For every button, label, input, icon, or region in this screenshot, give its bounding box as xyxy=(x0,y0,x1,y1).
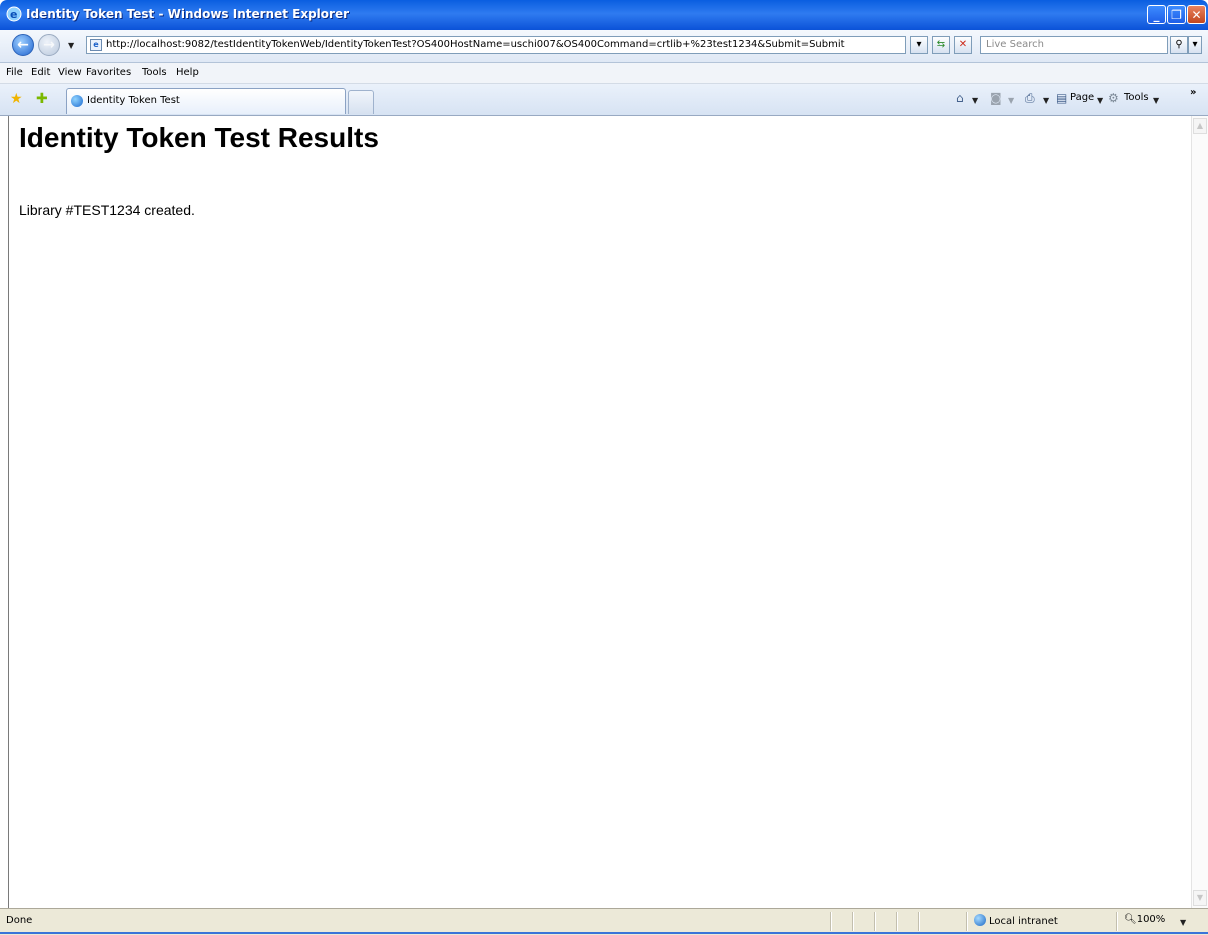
close-window-button[interactable]: ✕ xyxy=(1187,5,1206,24)
search-icon: ⚲ xyxy=(1175,39,1183,50)
chevron-more-icon[interactable]: » xyxy=(1190,87,1196,98)
gear-icon: ⚙ xyxy=(1108,91,1119,105)
page-content: Identity Token Test Results Library #TES… xyxy=(8,116,1192,908)
stop-icon: ✕ xyxy=(958,39,968,50)
address-dropdown-button[interactable]: ▾ xyxy=(910,36,928,54)
maximize-button[interactable]: ❐ xyxy=(1167,5,1186,24)
zone-label: Local intranet xyxy=(989,916,1058,927)
favorites-center-icon[interactable]: ★ xyxy=(10,91,23,107)
home-icon[interactable]: ⌂ xyxy=(956,91,964,105)
status-divider xyxy=(874,912,876,931)
page-menu-icon: ▤ xyxy=(1056,91,1068,105)
page-menu-button[interactable]: Page xyxy=(1070,92,1094,103)
zoom-level: 100% xyxy=(1136,914,1166,925)
page-heading: Identity Token Test Results xyxy=(19,122,379,153)
vertical-scrollbar[interactable]: ▲ ▼ xyxy=(1191,116,1208,908)
status-bar: Done Local intranet 🔍︎100% ▼ xyxy=(0,908,1208,935)
feeds-icon[interactable]: ◙ xyxy=(990,91,1002,105)
refresh-button[interactable]: ⇆ xyxy=(932,36,950,54)
svg-text:e: e xyxy=(10,8,17,21)
chevron-down-icon: ▾ xyxy=(1192,39,1198,50)
status-text: Done xyxy=(6,915,33,926)
home-dropdown[interactable]: ▼ xyxy=(972,96,978,105)
refresh-icon: ⇆ xyxy=(936,39,946,50)
search-placeholder: Live Search xyxy=(986,39,1044,50)
ie-logo-icon: e xyxy=(6,6,22,22)
menu-tools[interactable]: Tools xyxy=(142,67,167,78)
page-icon: e xyxy=(90,39,102,51)
tools-menu-button[interactable]: Tools xyxy=(1124,92,1149,103)
new-tab-button[interactable] xyxy=(348,90,374,114)
menu-bar: File Edit View Favorites Tools Help xyxy=(0,63,1208,84)
tools-menu-dropdown[interactable]: ▼ xyxy=(1153,96,1159,105)
forward-arrow-icon: → xyxy=(43,37,55,53)
navigation-bar: ← → ▼ e http://localhost:9082/testIdenti… xyxy=(0,30,1208,63)
menu-view[interactable]: View xyxy=(58,67,82,78)
minimize-button[interactable]: _ xyxy=(1147,5,1166,24)
scroll-down-arrow-icon[interactable]: ▼ xyxy=(1193,890,1207,906)
security-zone[interactable]: Local intranet xyxy=(974,914,1058,927)
zoom-dropdown[interactable]: ▼ xyxy=(1180,918,1186,927)
ie-page-icon xyxy=(71,95,83,107)
chevron-down-icon: ▾ xyxy=(916,39,922,50)
search-input[interactable]: Live Search xyxy=(980,36,1168,54)
menu-help[interactable]: Help xyxy=(176,67,199,78)
scroll-up-arrow-icon[interactable]: ▲ xyxy=(1193,118,1207,134)
search-button[interactable]: ⚲ xyxy=(1170,36,1188,54)
intranet-icon xyxy=(974,914,986,926)
print-icon[interactable]: ⎙ xyxy=(1025,91,1035,106)
page-menu-dropdown[interactable]: ▼ xyxy=(1097,96,1103,105)
add-to-favorites-icon[interactable]: ✚ xyxy=(36,91,48,107)
search-options-button[interactable]: ▾ xyxy=(1188,36,1202,54)
back-button[interactable]: ← xyxy=(12,34,34,56)
result-message: Library #TEST1234 created. xyxy=(19,202,195,218)
address-url: http://localhost:9082/testIdentityTokenW… xyxy=(106,39,845,50)
menu-favorites[interactable]: Favorites xyxy=(86,67,131,78)
back-arrow-icon: ← xyxy=(17,37,29,53)
status-divider xyxy=(896,912,898,931)
menu-edit[interactable]: Edit xyxy=(31,67,50,78)
status-divider xyxy=(966,912,968,931)
tab-bar: ★ ✚ Identity Token Test ⌂ ▼ ◙ ▼ ⎙ ▼ ▤ Pa… xyxy=(0,84,1208,116)
recent-pages-dropdown[interactable]: ▼ xyxy=(68,41,74,50)
status-divider xyxy=(852,912,854,931)
tab-label: Identity Token Test xyxy=(87,95,180,106)
address-bar[interactable]: e http://localhost:9082/testIdentityToke… xyxy=(86,36,906,54)
feeds-dropdown[interactable]: ▼ xyxy=(1008,96,1014,105)
status-divider xyxy=(918,912,920,931)
menu-file[interactable]: File xyxy=(6,67,23,78)
title-bar: e Identity Token Test - Windows Internet… xyxy=(0,0,1208,30)
tab-identity-token-test[interactable]: Identity Token Test xyxy=(66,88,346,114)
status-divider xyxy=(830,912,832,931)
stop-button[interactable]: ✕ xyxy=(954,36,972,54)
window-title: Identity Token Test - Windows Internet E… xyxy=(26,7,350,21)
forward-button[interactable]: → xyxy=(38,34,60,56)
status-divider xyxy=(1116,912,1118,931)
print-dropdown[interactable]: ▼ xyxy=(1043,96,1049,105)
zoom-control[interactable]: 🔍︎100% xyxy=(1124,914,1165,925)
